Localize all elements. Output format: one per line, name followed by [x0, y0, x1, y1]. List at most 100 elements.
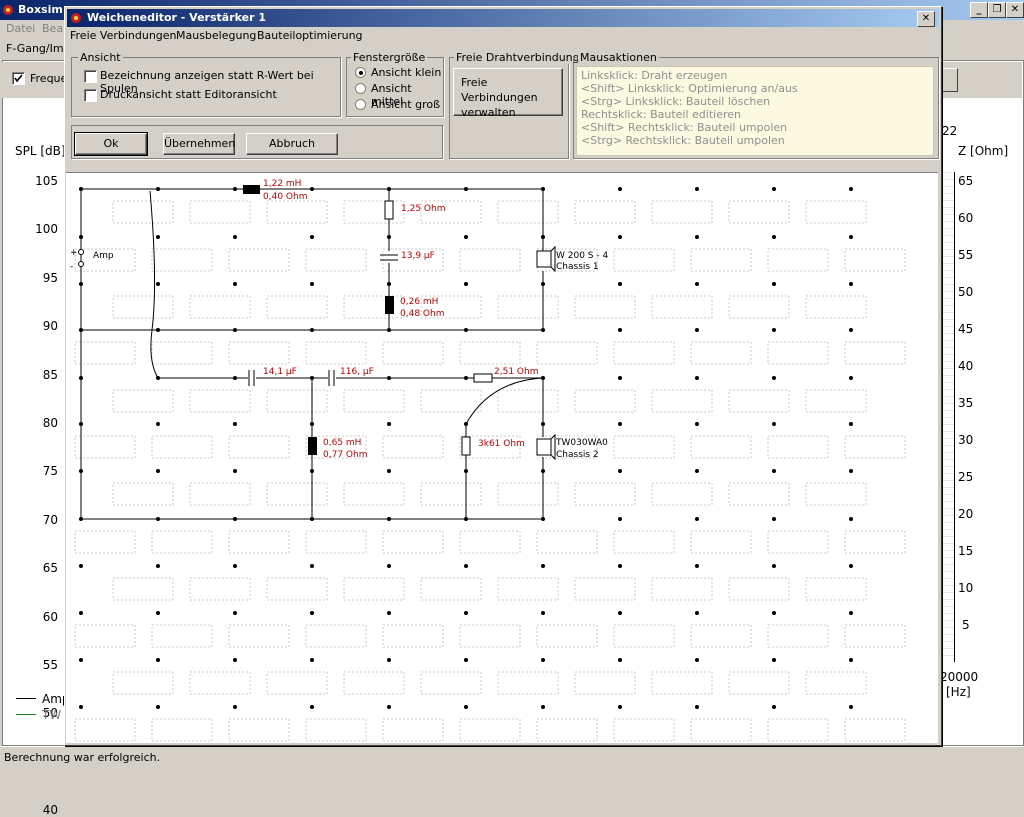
grid-node	[233, 564, 237, 568]
grid-node	[695, 376, 699, 380]
grid-cell	[459, 624, 521, 648]
grid-node	[233, 376, 237, 380]
impedance-tick-label: 35	[958, 396, 974, 410]
dialog-titlebar: Weicheneditor - Verstärker 1 ✕	[67, 9, 939, 27]
minimize-button[interactable]: _	[970, 2, 988, 18]
speaker1-model: W 200 S - 4	[556, 251, 608, 261]
speaker2-cone	[550, 433, 556, 461]
grid-node	[849, 469, 853, 473]
restore-button[interactable]: ❐	[988, 2, 1006, 18]
ok-button[interactable]: Ok	[74, 132, 148, 156]
legend-amp-line	[16, 698, 36, 699]
grid-node	[233, 705, 237, 709]
grid-node	[695, 611, 699, 615]
grid-cell	[151, 341, 213, 365]
speaker1-cone	[550, 245, 556, 273]
label-instead-of-r-checkbox[interactable]	[84, 70, 97, 83]
grid-cell	[74, 341, 136, 365]
grid-node	[156, 658, 160, 662]
grid-node	[79, 422, 83, 426]
grid-node	[618, 282, 622, 286]
grid-node	[387, 564, 391, 568]
impedance-tick-label: 20	[958, 507, 974, 521]
spl-tick-label: 105	[35, 174, 58, 188]
grid-node	[695, 422, 699, 426]
app-icon	[2, 3, 15, 16]
dialog-close-button[interactable]: ✕	[917, 11, 935, 27]
grid-cell	[805, 295, 867, 319]
size-small-radio[interactable]	[355, 67, 366, 78]
grid-node	[695, 564, 699, 568]
circuit-schematic[interactable]: + - Amp 1,22 mH 0,40 Ohm 1,25 Ohm 13,9 µ…	[66, 173, 938, 743]
grid-node	[464, 564, 468, 568]
size-large-radio[interactable]	[355, 99, 366, 110]
size-large-label: Ansicht groß	[371, 98, 441, 111]
grid-cell	[844, 435, 906, 459]
spl-tick-label: 80	[42, 416, 58, 430]
button-group: Ok Übernehmen Abbruch	[71, 125, 443, 159]
components	[78, 185, 556, 461]
grid-node	[849, 705, 853, 709]
impedance-tick-label: 25	[958, 470, 974, 484]
component-labels: + - Amp 1,22 mH 0,40 Ohm 1,25 Ohm 13,9 µ…	[70, 179, 608, 460]
grid-cell	[805, 577, 867, 601]
grid-node	[79, 611, 83, 615]
grid-cell	[112, 200, 174, 224]
grid-node	[541, 469, 545, 473]
spl-tick-label: 95	[42, 270, 58, 285]
grid-cell	[690, 248, 752, 272]
print-view-checkbox[interactable]	[84, 89, 97, 102]
coil1-resistance: 0,40 Ohm	[263, 192, 307, 202]
x-axis-end-label: 20000	[940, 670, 979, 684]
grid-cell	[767, 718, 829, 742]
grid-node	[310, 517, 314, 521]
grid-node	[618, 187, 622, 191]
grid-cell	[613, 341, 675, 365]
frequency-checkbox[interactable]	[12, 72, 25, 85]
grid-cell	[497, 295, 559, 319]
grid-node	[233, 469, 237, 473]
menu-mausbelegung[interactable]: Mausbelegung	[176, 29, 256, 42]
amp-minus-sign: -	[70, 262, 73, 272]
grid-cell	[574, 577, 636, 601]
grid-node	[387, 517, 391, 521]
cancel-button[interactable]: Abbruch	[246, 133, 338, 155]
menu-datei[interactable]: Datei	[6, 22, 35, 35]
menu-freie-verbindungen[interactable]: Freie Verbindungen	[70, 29, 177, 42]
grid-node	[387, 328, 391, 332]
grid-cell	[189, 482, 251, 506]
grid-node	[464, 517, 468, 521]
grid-node	[156, 235, 160, 239]
wire-free-curve-2	[465, 377, 544, 425]
grid-node	[695, 517, 699, 521]
close-main-button[interactable]: ✕	[1006, 2, 1024, 18]
size-medium-radio[interactable]	[355, 83, 366, 94]
grid-cell	[459, 530, 521, 554]
grid-cell	[151, 435, 213, 459]
grid-node	[695, 235, 699, 239]
grid-node	[387, 611, 391, 615]
grid-node	[156, 517, 160, 521]
grid-node	[849, 658, 853, 662]
grid-cell	[613, 530, 675, 554]
mouse-actions-box: Linksklick: Draht erzeugen <Shift> Links…	[576, 66, 934, 156]
grid-cell	[189, 671, 251, 695]
grid-cell	[189, 389, 251, 413]
apply-button[interactable]: Übernehmen	[163, 133, 235, 155]
grid-cell	[497, 482, 559, 506]
impedance-tick-label: 45	[958, 322, 974, 336]
menu-bauteiloptimierung[interactable]: Bauteiloptimierung	[257, 29, 363, 42]
grid-cell	[459, 341, 521, 365]
grid-cell	[151, 718, 213, 742]
window-size-legend: Fenstergröße	[351, 51, 428, 64]
ansicht-legend: Ansicht	[78, 51, 123, 64]
cap2-value: 14,1 µF	[263, 367, 297, 377]
grid-node	[233, 282, 237, 286]
toolbar-button-right[interactable]	[942, 68, 958, 92]
grid-node	[79, 282, 83, 286]
circuit-canvas[interactable]: + - Amp 1,22 mH 0,40 Ohm 1,25 Ohm 13,9 µ…	[66, 172, 938, 743]
spl-tick-label: 90	[42, 319, 58, 334]
menu-bearbeiten[interactable]: Bea	[42, 22, 63, 35]
manage-free-connections-button[interactable]: Freie Verbindungen verwalten	[453, 68, 563, 119]
grid-node	[79, 469, 83, 473]
